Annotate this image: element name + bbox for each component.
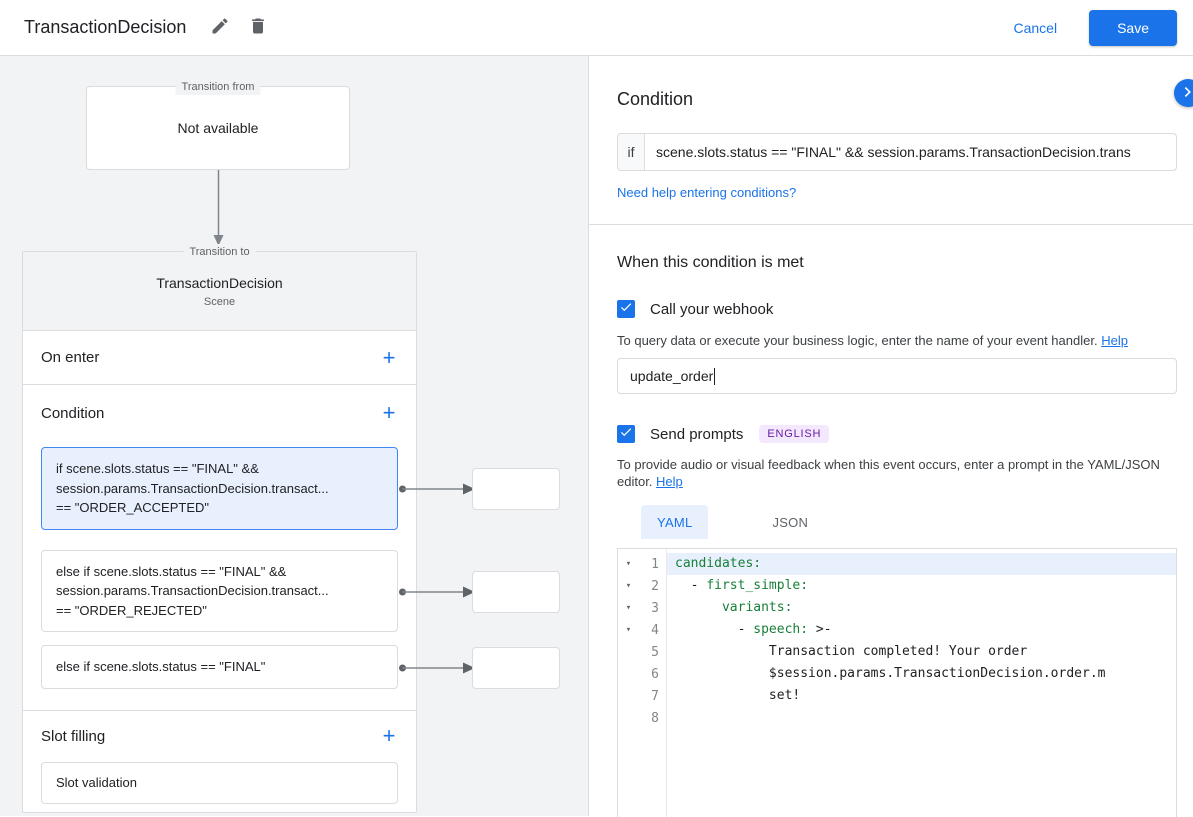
line-number: 2	[639, 579, 666, 594]
slot-validation-label: Slot validation	[56, 775, 137, 790]
condition-line: else if scene.slots.status == "FINAL"	[56, 657, 383, 677]
condition-item-final[interactable]: else if scene.slots.status == "FINAL"	[41, 645, 398, 689]
on-enter-row: On enter +	[23, 331, 416, 385]
trash-icon	[248, 16, 268, 39]
transition-from-value: Not available	[178, 120, 259, 136]
line-number: 6	[639, 667, 666, 682]
condition-detail-panel: Condition if scene.slots.status == "FINA…	[588, 56, 1193, 816]
transition-to-label: Transition to	[183, 244, 255, 260]
editor-tabs: YAML JSON	[641, 505, 1177, 539]
webhook-description: To query data or execute your business l…	[617, 332, 1177, 349]
condition-item-accepted[interactable]: if scene.slots.status == "FINAL" && sess…	[41, 447, 398, 530]
top-bar: TransactionDecision Cancel Save	[0, 0, 1193, 56]
fold-arrow-icon[interactable]: ▾	[618, 581, 639, 591]
page-title: TransactionDecision	[24, 17, 186, 38]
line-number: 4	[639, 623, 666, 638]
text-cursor	[714, 368, 715, 385]
code-line: - first_simple:	[667, 575, 1176, 597]
prompts-checkbox-label[interactable]: Send prompts	[650, 426, 743, 443]
scene-card-header[interactable]: TransactionDecision Scene	[23, 252, 416, 331]
fold-arrow-icon[interactable]: ▾	[618, 559, 639, 569]
save-button[interactable]: Save	[1089, 10, 1177, 46]
chevron-right-icon	[1178, 82, 1193, 105]
code-line: - speech: >-	[667, 619, 1176, 641]
condition-help-link[interactable]: Need help entering conditions?	[617, 185, 796, 200]
transition-from-label: Transition from	[176, 79, 261, 95]
check-icon	[619, 300, 633, 319]
add-condition-button[interactable]: +	[374, 398, 404, 428]
condition-line: session.params.TransactionDecision.trans…	[56, 479, 383, 499]
code-line: $session.params.TransactionDecision.orde…	[667, 663, 1176, 685]
condition-section-label: Condition	[41, 405, 104, 422]
code-line	[667, 707, 1176, 729]
delete-scene-button[interactable]	[242, 12, 274, 44]
line-number: 5	[639, 645, 666, 660]
transition-from-node: Transition from Not available	[86, 86, 350, 170]
line-number: 8	[639, 711, 666, 726]
webhook-checkbox-label[interactable]: Call your webhook	[650, 301, 773, 318]
condition-connector-arrow	[398, 661, 476, 675]
condition-expression-row: if scene.slots.status == "FINAL" && sess…	[617, 133, 1177, 171]
webhook-handler-input[interactable]: update_order	[617, 358, 1177, 394]
code-line: candidates:	[667, 553, 1176, 575]
add-on-enter-button[interactable]: +	[374, 343, 404, 373]
fold-arrow-icon[interactable]: ▾	[618, 625, 639, 635]
section-title: When this condition is met	[617, 253, 1177, 273]
linked-scene-node[interactable]	[472, 571, 560, 613]
scene-card: Transition to TransactionDecision Scene …	[22, 251, 417, 813]
prompts-help-link[interactable]: Help	[656, 474, 683, 489]
condition-line: session.params.TransactionDecision.trans…	[56, 581, 383, 601]
condition-section-row: Condition +	[23, 385, 416, 441]
prompts-description: To provide audio or visual feedback when…	[617, 456, 1177, 490]
condition-expression-input[interactable]: scene.slots.status == "FINAL" && session…	[644, 133, 1177, 171]
scene-canvas: Transition from Not available Transition…	[0, 56, 588, 816]
on-enter-label: On enter	[41, 349, 99, 366]
line-number: 3	[639, 601, 666, 616]
condition-connector-arrow	[398, 482, 476, 496]
code-line: Transaction completed! Your order	[667, 641, 1176, 663]
line-number: 1	[639, 557, 666, 572]
if-chip: if	[617, 133, 644, 171]
scene-card-subtitle: Scene	[204, 296, 235, 308]
yaml-code-editor: ▾1 ▾2 ▾3 ▾4 5 6 7 8 candidates: - first_…	[617, 548, 1177, 817]
slot-validation-item[interactable]: Slot validation	[41, 762, 398, 804]
check-icon	[619, 425, 633, 444]
editor-gutter: ▾1 ▾2 ▾3 ▾4 5 6 7 8	[618, 549, 667, 817]
panel-divider	[589, 224, 1193, 225]
app-window: TransactionDecision Cancel Save Transiti…	[0, 0, 1193, 817]
linked-scene-node[interactable]	[472, 647, 560, 689]
transition-arrow-down	[212, 170, 225, 246]
linked-scene-node[interactable]	[472, 468, 560, 510]
cancel-button[interactable]: Cancel	[1005, 12, 1065, 44]
condition-line: else if scene.slots.status == "FINAL" &&	[56, 562, 383, 582]
code-line: variants:	[667, 597, 1176, 619]
code-line: set!	[667, 685, 1176, 707]
webhook-help-link[interactable]: Help	[1101, 333, 1128, 348]
tab-json[interactable]: JSON	[756, 505, 824, 539]
slot-filling-row: Slot filling +	[23, 711, 416, 762]
webhook-checkbox-row: Call your webhook	[617, 299, 1177, 319]
editor-code-area[interactable]: candidates: - first_simple: variants: - …	[667, 549, 1176, 817]
prompts-checkbox-row: Send prompts ENGLISH	[617, 424, 1177, 444]
prompts-checkbox[interactable]	[617, 425, 635, 443]
edit-title-button[interactable]	[204, 12, 236, 44]
condition-connector-arrow	[398, 585, 476, 599]
language-badge: ENGLISH	[759, 425, 829, 443]
slot-filling-label: Slot filling	[41, 728, 105, 745]
scene-card-title: TransactionDecision	[156, 275, 282, 291]
webhook-checkbox[interactable]	[617, 300, 635, 318]
line-number: 7	[639, 689, 666, 704]
condition-line: if scene.slots.status == "FINAL" &&	[56, 459, 383, 479]
tab-yaml[interactable]: YAML	[641, 505, 708, 539]
pencil-icon	[210, 16, 230, 39]
add-slot-button[interactable]: +	[374, 721, 404, 751]
condition-item-rejected[interactable]: else if scene.slots.status == "FINAL" &&…	[41, 550, 398, 633]
panel-title: Condition	[617, 87, 1177, 111]
condition-line: == "ORDER_ACCEPTED"	[56, 498, 383, 518]
fold-arrow-icon[interactable]: ▾	[618, 603, 639, 613]
condition-line: == "ORDER_REJECTED"	[56, 601, 383, 621]
